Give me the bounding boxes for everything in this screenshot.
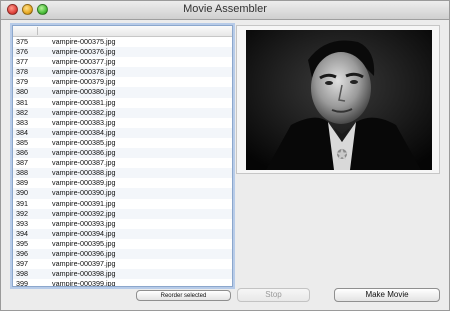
title-bar[interactable]: Movie Assembler	[1, 1, 449, 20]
list-item[interactable]: 393 vampire-000393.jpg	[13, 219, 232, 229]
frame-filename: vampire-000380.jpg	[52, 87, 116, 97]
frame-filename: vampire-000385.jpg	[52, 137, 116, 147]
frame-number: 387	[16, 158, 28, 168]
list-item[interactable]: 389 vampire-000389.jpg	[13, 178, 232, 188]
list-item[interactable]: 386 vampire-000386.jpg	[13, 148, 232, 159]
frame-number: 391	[16, 198, 28, 208]
list-item[interactable]: 395 vampire-000395.jpg	[13, 239, 232, 249]
frame-number: 399	[16, 279, 28, 287]
list-item[interactable]: 377 vampire-000377.jpg	[13, 57, 232, 67]
list-item[interactable]: 380 vampire-000380.jpg	[13, 87, 232, 98]
frame-filename: vampire-000391.jpg	[52, 198, 116, 208]
frame-number: 384	[16, 127, 28, 137]
frame-number: 377	[16, 57, 28, 67]
frame-number: 385	[16, 137, 28, 147]
frame-number: 396	[16, 248, 28, 258]
reorder-selected-button[interactable]: Reorder selected	[136, 290, 231, 301]
frame-number: 395	[16, 238, 28, 248]
frame-number: 388	[16, 168, 28, 178]
frame-filename: vampire-000383.jpg	[52, 117, 116, 127]
frame-number: 393	[16, 218, 28, 228]
frame-number: 375	[16, 37, 28, 46]
list-item[interactable]: 385 vampire-000385.jpg	[13, 138, 232, 148]
make-movie-button[interactable]: Make Movie	[334, 288, 440, 302]
list-item[interactable]: 398 vampire-000398.jpg	[13, 269, 232, 280]
list-header	[13, 26, 232, 37]
list-item[interactable]: 387 vampire-000387.jpg	[13, 158, 232, 168]
list-item[interactable]: 381 vampire-000381.jpg	[13, 98, 232, 108]
list-item[interactable]: 376 vampire-000376.jpg	[13, 47, 232, 58]
frame-number: 394	[16, 228, 28, 238]
frame-filename: vampire-000390.jpg	[52, 188, 116, 198]
list-item[interactable]: 383 vampire-000383.jpg	[13, 118, 232, 128]
list-item[interactable]: 392 vampire-000392.jpg	[13, 208, 232, 219]
frame-filename: vampire-000394.jpg	[52, 228, 116, 238]
stop-button[interactable]: Stop	[237, 288, 310, 302]
list-item[interactable]: 384 vampire-000384.jpg	[13, 127, 232, 138]
window-title: Movie Assembler	[183, 3, 267, 15]
frame-filename: vampire-000388.jpg	[52, 168, 116, 178]
frame-number: 378	[16, 67, 28, 77]
list-item[interactable]: 391 vampire-000391.jpg	[13, 199, 232, 209]
frame-filename: vampire-000389.jpg	[52, 178, 116, 188]
list-item[interactable]: 396 vampire-000396.jpg	[13, 248, 232, 260]
frame-filename: vampire-000397.jpg	[52, 259, 116, 269]
frame-number: 386	[16, 148, 28, 158]
list-item[interactable]: 375 vampire-000375.jpg	[13, 37, 232, 47]
frame-filename: vampire-000396.jpg	[52, 248, 116, 258]
frame-filename: vampire-000393.jpg	[52, 218, 116, 228]
frame-filename: vampire-000384.jpg	[52, 127, 116, 137]
frame-number: 389	[16, 178, 28, 188]
frame-filename: vampire-000392.jpg	[52, 208, 116, 218]
frame-filename: vampire-000379.jpg	[52, 77, 116, 87]
frame-filename: vampire-000386.jpg	[52, 148, 116, 158]
list-item[interactable]: 382 vampire-000382.jpg	[13, 107, 232, 118]
list-item[interactable]: 379 vampire-000379.jpg	[13, 77, 232, 87]
list-item[interactable]: 399 vampire-000399.jpg	[13, 279, 232, 287]
preview-panel	[236, 25, 440, 174]
frame-filename: vampire-000375.jpg	[52, 37, 116, 46]
frame-filename: vampire-000376.jpg	[52, 47, 116, 57]
list-item[interactable]: 378 vampire-000378.jpg	[13, 67, 232, 78]
frame-number: 390	[16, 188, 28, 198]
frame-filename: vampire-000395.jpg	[52, 238, 116, 248]
frame-filename: vampire-000398.jpg	[52, 269, 116, 279]
frame-number: 381	[16, 97, 28, 107]
frame-number: 379	[16, 77, 28, 87]
frame-list[interactable]: 375 vampire-000375.jpg 376 vampire-000376.j…	[12, 25, 233, 287]
frame-filename: vampire-000381.jpg	[52, 97, 116, 107]
frame-number: 398	[16, 269, 28, 279]
frame-filename: vampire-000387.jpg	[52, 158, 116, 168]
list-item[interactable]: 394 vampire-000394.jpg	[13, 228, 232, 239]
frame-number: 397	[16, 259, 28, 269]
frame-filename: vampire-000378.jpg	[52, 67, 116, 77]
frame-number: 376	[16, 47, 28, 57]
column-separator[interactable]	[37, 27, 38, 35]
list-item[interactable]: 388 vampire-000388.jpg	[13, 168, 232, 179]
frame-number: 392	[16, 208, 28, 218]
frame-filename: vampire-000399.jpg	[52, 279, 116, 287]
list-item[interactable]: 390 vampire-000390.jpg	[13, 188, 232, 199]
frame-rows: 375 vampire-000375.jpg 376 vampire-000376.j…	[13, 37, 232, 287]
portrait-image	[246, 30, 432, 170]
frame-filename: vampire-000382.jpg	[52, 107, 116, 117]
list-item[interactable]: 397 vampire-000397.jpg	[13, 259, 232, 269]
frame-preview-image	[246, 30, 432, 170]
app-window: Movie Assembler 375 vampire-000375.jpg 376…	[0, 0, 450, 311]
frame-number: 383	[16, 117, 28, 127]
frame-number: 382	[16, 107, 28, 117]
frame-number: 380	[16, 87, 28, 97]
frame-filename: vampire-000377.jpg	[52, 57, 116, 67]
